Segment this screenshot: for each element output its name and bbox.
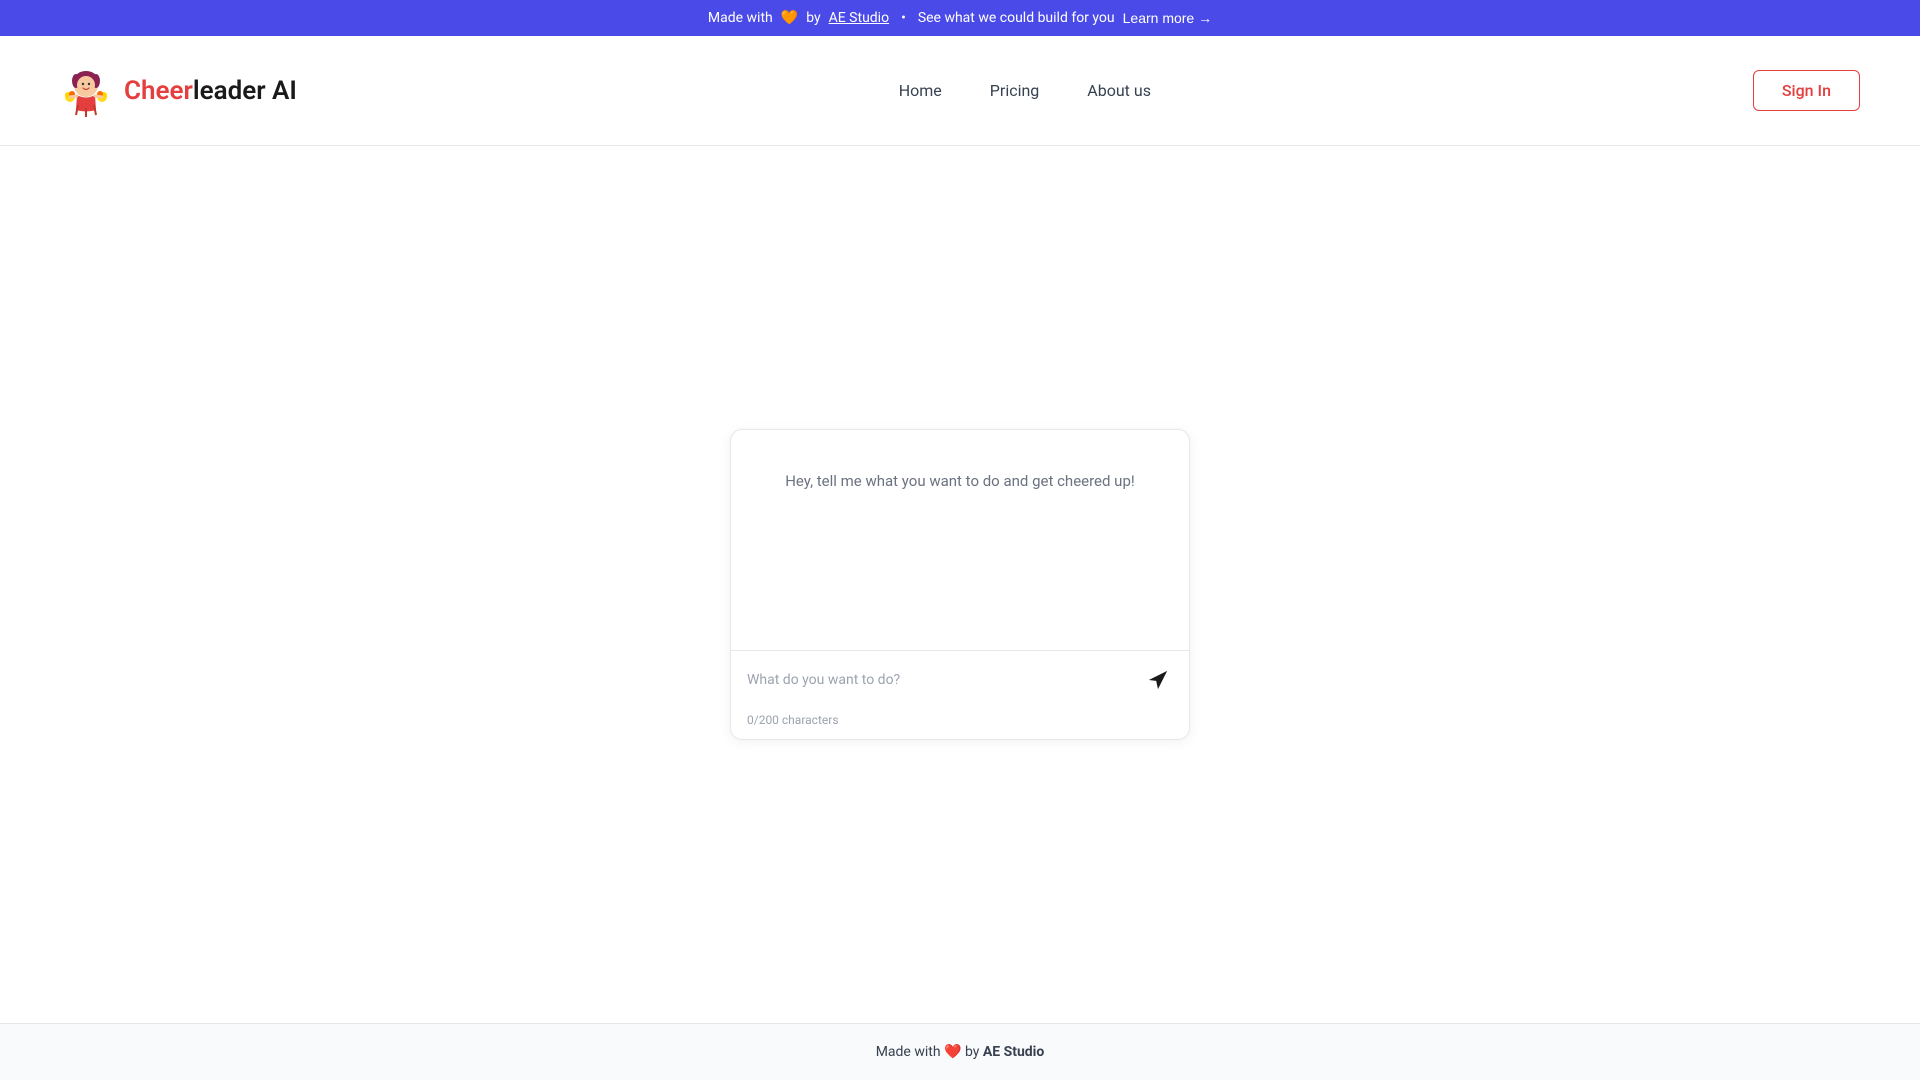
banner-ae-studio-link[interactable]: AE Studio bbox=[829, 10, 889, 26]
main-nav: Home Pricing About us bbox=[899, 81, 1151, 100]
chat-card: Hey, tell me what you want to do and get… bbox=[730, 429, 1190, 740]
logo-text: Cheerleader AI bbox=[124, 76, 297, 106]
chat-placeholder-text: Hey, tell me what you want to do and get… bbox=[785, 470, 1135, 493]
nav-pricing[interactable]: Pricing bbox=[990, 81, 1040, 100]
chat-input-row bbox=[731, 651, 1189, 709]
banner-heart-icon: 🧡 bbox=[781, 10, 798, 26]
logo-link[interactable]: Cheerleader AI bbox=[60, 65, 297, 117]
footer-made-with: Made with bbox=[876, 1044, 941, 1060]
cheerleader-logo-icon bbox=[60, 65, 112, 117]
banner-bullet: • bbox=[901, 10, 906, 26]
nav-home[interactable]: Home bbox=[899, 81, 942, 100]
char-count: 0/200 characters bbox=[731, 709, 1189, 739]
footer-ae-studio: AE Studio bbox=[983, 1044, 1044, 1060]
top-banner: Made with 🧡 by AE Studio • See what we c… bbox=[0, 0, 1920, 36]
footer-by: by bbox=[965, 1044, 979, 1060]
banner-see-what: See what we could build for you bbox=[918, 10, 1115, 26]
nav-about-us[interactable]: About us bbox=[1087, 81, 1151, 100]
send-icon bbox=[1147, 669, 1169, 691]
banner-learn-more-button[interactable]: Learn more → bbox=[1123, 10, 1212, 26]
logo-cheer: Cheer bbox=[124, 76, 193, 106]
footer: Made with ❤️ by AE Studio bbox=[0, 1023, 1920, 1080]
main-content: Hey, tell me what you want to do and get… bbox=[0, 146, 1920, 1023]
logo-leader: leader AI bbox=[193, 76, 297, 106]
chat-input-area: 0/200 characters bbox=[731, 650, 1189, 739]
sign-in-button[interactable]: Sign In bbox=[1753, 70, 1860, 111]
send-button[interactable] bbox=[1143, 665, 1173, 695]
footer-heart-icon: ❤️ bbox=[944, 1044, 965, 1060]
chat-messages-area: Hey, tell me what you want to do and get… bbox=[731, 430, 1189, 650]
banner-made-with: Made with bbox=[708, 10, 773, 26]
chat-input[interactable] bbox=[747, 672, 1135, 688]
header: Cheerleader AI Home Pricing About us Sig… bbox=[0, 36, 1920, 146]
banner-by: by bbox=[806, 10, 820, 26]
